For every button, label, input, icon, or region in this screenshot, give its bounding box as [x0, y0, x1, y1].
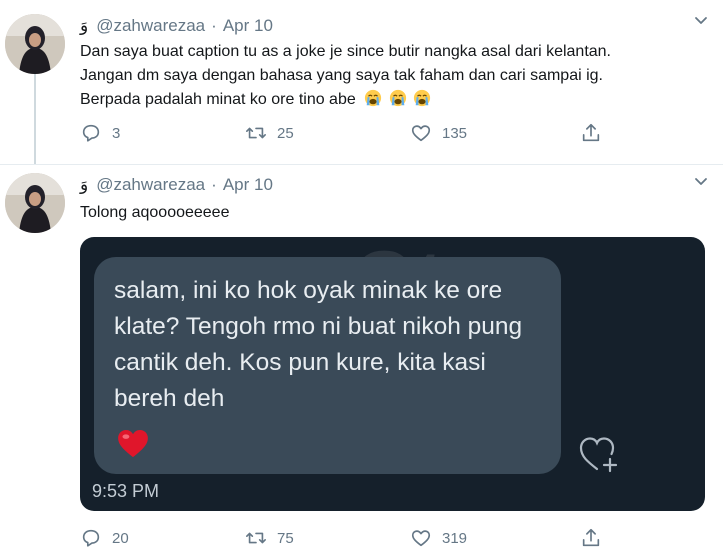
share-icon	[582, 123, 600, 142]
share-button[interactable]	[580, 527, 612, 549]
tweet-date[interactable]: Apr 10	[223, 16, 273, 36]
retweet-icon	[246, 532, 266, 544]
message-bubble: salam, ini ko hok oyak minak ke ore klat…	[94, 257, 561, 474]
reply-icon	[82, 529, 100, 547]
tweet-text: Dan saya buat caption tu as a joke je si…	[80, 40, 611, 112]
retweet-count: 25	[277, 124, 294, 142]
message-text: salam, ini ko hok oyak minak ke ore klat…	[114, 277, 523, 412]
reply-count: 20	[112, 529, 129, 547]
tweet-header: وَ @zahwarezaa · Apr 10	[80, 16, 273, 36]
loudly-crying-face-icon	[414, 89, 431, 107]
message-time: 9:53 PM	[92, 481, 160, 501]
loudly-crying-face-icon	[365, 89, 382, 107]
like-count: 135	[442, 124, 468, 142]
tweet[interactable]: وَ @zahwarezaa · Apr 10 Dan saya buat ca…	[0, 0, 723, 164]
reply-icon	[82, 124, 100, 142]
share-icon	[582, 528, 600, 547]
tweet-text-line-3: Berpada padalah minat ko ore tino abe	[80, 88, 611, 112]
like-button[interactable]: 135	[410, 122, 467, 144]
retweet-icon	[246, 127, 266, 139]
avatar[interactable]	[5, 14, 65, 74]
reply-button[interactable]: 20	[80, 527, 129, 549]
emoji-group	[364, 88, 433, 112]
avatar[interactable]	[5, 173, 65, 233]
tweet-text-line: Dan saya buat caption tu as a joke je si…	[80, 43, 611, 60]
tweet-image[interactable]: mStar salam, ini ko hok oyak minak ke or…	[80, 237, 705, 511]
tweet-actions: 20 75 319	[80, 527, 620, 551]
add-reaction-icon[interactable]	[577, 433, 623, 473]
tweet-text-line: Jangan dm saya dengan bahasa yang saya t…	[80, 67, 603, 84]
like-button[interactable]: 319	[410, 527, 467, 549]
user-handle[interactable]: @zahwarezaa	[96, 175, 205, 195]
retweet-button[interactable]: 25	[245, 122, 294, 144]
tweet-text: Tolong aqooooeeeee	[80, 204, 230, 221]
tweet[interactable]: وَ @zahwarezaa · Apr 10 Tolong aqooooeee…	[0, 164, 723, 553]
chevron-down-icon[interactable]	[693, 173, 709, 189]
separator-dot: ·	[211, 175, 217, 194]
retweet-count: 75	[277, 529, 294, 547]
display-name[interactable]: وَ	[80, 175, 88, 195]
tweet-date[interactable]: Apr 10	[223, 175, 273, 195]
tweet-actions: 3 25 135	[80, 122, 620, 146]
like-count: 319	[442, 529, 468, 547]
tweet-header: وَ @zahwarezaa · Apr 10	[80, 175, 273, 195]
display-name[interactable]: وَ	[80, 16, 88, 36]
reply-button[interactable]: 3	[80, 122, 120, 144]
red-heart-icon	[118, 429, 148, 458]
heart-icon	[411, 125, 431, 142]
share-button[interactable]	[580, 122, 612, 144]
chevron-down-icon[interactable]	[693, 12, 709, 28]
separator-dot: ·	[211, 16, 217, 35]
retweet-button[interactable]: 75	[245, 527, 294, 549]
loudly-crying-face-icon	[389, 89, 406, 107]
heart-icon	[411, 530, 431, 547]
user-handle[interactable]: @zahwarezaa	[96, 16, 205, 36]
tweet-text-line: Berpada padalah minat ko ore tino abe	[80, 91, 356, 109]
reply-count: 3	[112, 124, 121, 142]
